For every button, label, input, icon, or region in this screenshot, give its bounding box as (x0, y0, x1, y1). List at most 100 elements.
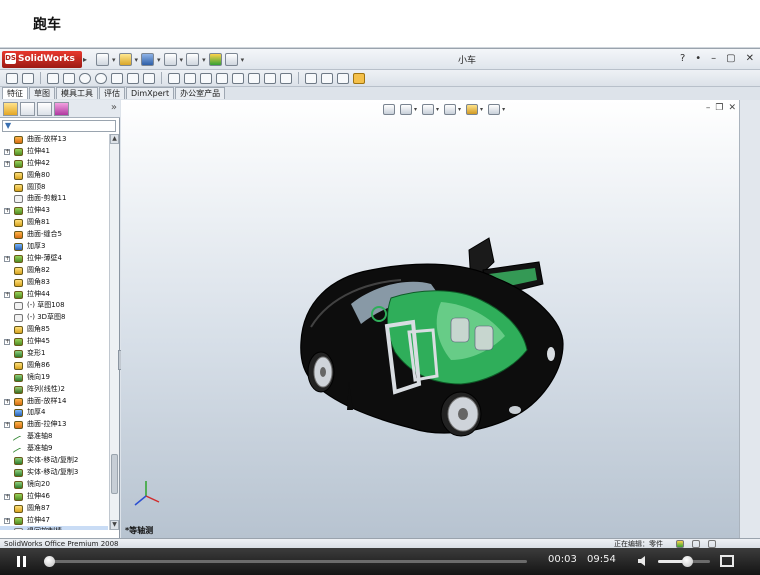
hide-show-items-icon[interactable] (488, 103, 501, 115)
expand-toggle-icon[interactable]: + (4, 398, 10, 405)
line-icon[interactable] (47, 72, 59, 84)
tab-evaluate[interactable]: 评估 (99, 87, 125, 99)
dropdown-arrow-icon[interactable]: ▾ (112, 56, 116, 64)
dropdown-arrow-icon[interactable]: ▾ (157, 56, 161, 64)
expand-toggle-icon[interactable]: + (4, 339, 10, 346)
options-icon[interactable] (224, 53, 238, 66)
panel-expand-icon[interactable]: » (111, 102, 117, 117)
viewport-close-icon[interactable]: ✕ (728, 103, 736, 113)
scroll-down-icon[interactable]: ▼ (110, 520, 119, 530)
units-icon[interactable] (692, 540, 700, 548)
expand-toggle-icon[interactable]: + (4, 291, 10, 298)
dimxpert-manager-tab-icon[interactable] (54, 102, 69, 116)
tree-item[interactable]: 圆顶8 (0, 182, 108, 194)
tree-item[interactable]: 加厚3 (0, 241, 108, 253)
dropdown-arrow-icon[interactable]: ▾ (202, 56, 206, 64)
undo-icon[interactable] (186, 53, 200, 66)
view-orientation-icon[interactable] (444, 103, 457, 115)
viewport-minimize-icon[interactable]: – (706, 103, 711, 113)
minimize-icon[interactable]: – (711, 52, 716, 66)
maximize-icon[interactable]: ▢ (726, 52, 735, 66)
tree-item[interactable]: 圆角81 (0, 217, 108, 229)
tree-item[interactable]: 阵列(线性)2 (0, 384, 108, 396)
tree-item[interactable]: + 拉伸-薄壁4 (0, 253, 108, 265)
configuration-manager-tab-icon[interactable] (37, 102, 52, 116)
point-icon[interactable] (168, 72, 180, 84)
tree-item[interactable]: + 拉伸47 (0, 515, 108, 527)
car-model[interactable] (291, 232, 571, 452)
tree-filter-input[interactable]: ▼ (2, 120, 116, 132)
smart-dimension-icon[interactable] (22, 72, 34, 84)
arc-icon[interactable] (111, 72, 123, 84)
tree-item[interactable]: 镜向20 (0, 479, 108, 491)
tree-item[interactable]: 圆角87 (0, 503, 108, 515)
centerline-icon[interactable] (184, 72, 196, 84)
offset-entities-icon[interactable] (248, 72, 260, 84)
help-dropdown-icon[interactable]: • (695, 52, 701, 66)
mirror-entities-icon[interactable] (264, 72, 276, 84)
dropdown-arrow-icon[interactable]: ▾ (502, 106, 505, 113)
seek-handle[interactable] (44, 556, 56, 567)
viewport-restore-icon[interactable]: ❐ (715, 103, 723, 113)
zoom-area-icon[interactable] (400, 103, 412, 115)
expand-toggle-icon[interactable]: + (4, 160, 10, 167)
tree-item[interactable]: 基准轴9 (0, 443, 108, 459)
trim-icon[interactable] (216, 72, 228, 84)
dropdown-arrow-icon[interactable]: ▾ (480, 106, 483, 113)
property-manager-tab-icon[interactable] (20, 102, 35, 116)
display-relations-icon[interactable] (321, 72, 333, 84)
sketch-icon[interactable] (6, 72, 18, 84)
tree-item[interactable]: + 拉伸42 (0, 158, 108, 170)
repair-sketch-icon[interactable] (337, 72, 349, 84)
tree-item[interactable]: 曲面-缝合5 (0, 229, 108, 241)
expand-toggle-icon[interactable]: + (4, 493, 10, 500)
dropdown-arrow-icon[interactable]: ▾ (135, 56, 139, 64)
tree-item[interactable]: + 曲面-拉伸13 (0, 419, 108, 431)
task-pane-strip[interactable] (739, 100, 760, 538)
print-icon[interactable] (163, 53, 177, 66)
rebuild-icon[interactable] (208, 53, 222, 66)
seek-bar[interactable] (44, 556, 527, 567)
tree-item[interactable]: 圆角83 (0, 277, 108, 289)
new-document-icon[interactable] (96, 53, 109, 66)
tree-item[interactable]: 加厚4 (0, 407, 108, 419)
pause-button[interactable] (16, 556, 27, 567)
tree-scrollbar[interactable]: ▲ ▼ (109, 134, 119, 530)
tree-item[interactable]: 曲面-放样13 (0, 134, 108, 146)
expand-toggle-icon[interactable]: + (4, 422, 10, 429)
tree-item[interactable]: + 曲面-放样14 (0, 396, 108, 408)
volume-slider[interactable] (658, 556, 710, 567)
close-icon[interactable]: ✕ (746, 52, 754, 66)
circle-icon[interactable] (79, 72, 91, 84)
tree-item[interactable]: 圆角86 (0, 360, 108, 372)
tree-item[interactable]: (-) 草图108 (0, 300, 108, 312)
dropdown-arrow-icon[interactable]: ▾ (414, 106, 417, 113)
tab-office-products[interactable]: 办公室产品 (175, 87, 226, 99)
tree-item[interactable]: 圆角82 (0, 265, 108, 277)
tab-mold-tools[interactable]: 模具工具 (56, 87, 98, 99)
scroll-thumb[interactable] (111, 454, 118, 494)
tree-item[interactable]: 实体-移动/复制2 (0, 455, 108, 467)
expand-toggle-icon[interactable]: + (4, 517, 10, 524)
tree-item[interactable]: 曲面-剪裁11 (0, 193, 108, 205)
volume-icon[interactable] (637, 555, 651, 567)
tab-features[interactable]: 特征 (2, 87, 28, 99)
expand-toggle-icon[interactable]: + (4, 148, 10, 155)
tree-item[interactable]: + 拉伸45 (0, 336, 108, 348)
scroll-up-icon[interactable]: ▲ (110, 134, 119, 144)
tree-item[interactable]: 圆角80 (0, 170, 108, 182)
tree-item[interactable]: + 拉伸44 (0, 289, 108, 301)
section-view-icon[interactable] (422, 103, 435, 115)
tree-item[interactable]: 变形1 (0, 348, 108, 360)
polygon-icon[interactable] (95, 72, 107, 84)
quick-snaps-icon[interactable] (353, 72, 365, 84)
ellipse-icon[interactable] (143, 72, 155, 84)
dropdown-arrow-icon[interactable]: ▾ (241, 56, 245, 64)
display-style-icon[interactable] (466, 103, 479, 115)
spline-icon[interactable] (127, 72, 139, 84)
graphics-viewport[interactable]: ▾ ▾ ▾ ▾ ▾ – ❐ ✕ *等轴测 (121, 100, 739, 538)
convert-entities-icon[interactable] (232, 72, 244, 84)
tree-item[interactable]: + 拉伸41 (0, 146, 108, 158)
text-icon[interactable] (200, 72, 212, 84)
tree-item[interactable]: + 拉伸43 (0, 205, 108, 217)
